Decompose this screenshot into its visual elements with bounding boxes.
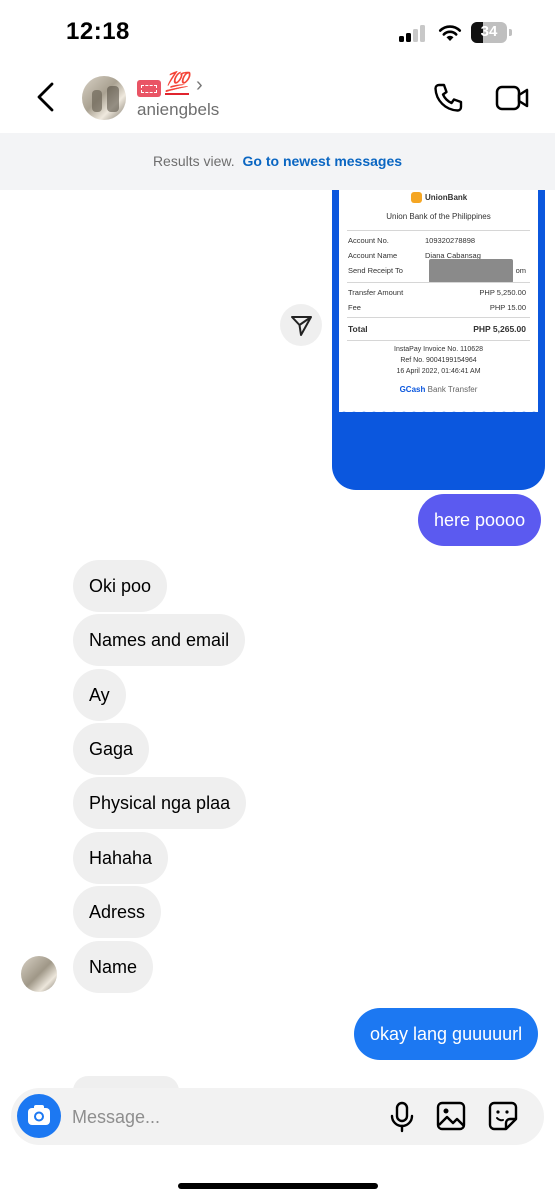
wifi-icon: [438, 25, 462, 41]
receipt-footer-text: Bank Transfer: [427, 385, 478, 394]
home-indicator: [178, 1183, 378, 1189]
incoming-message-bubble[interactable]: Name: [73, 941, 154, 993]
profile-chevron-icon[interactable]: ›: [196, 74, 203, 97]
incoming-message-bubble[interactable]: Ay: [73, 669, 126, 721]
username[interactable]: aniengbels: [137, 100, 219, 120]
battery-icon: 34: [471, 22, 507, 43]
incoming-message-bubble[interactable]: Oki poo: [73, 560, 168, 612]
receipt-row-value: om: [515, 266, 526, 275]
receipt-bank-logo-text: UnionBank: [425, 193, 468, 202]
results-banner: Results view. Go to newest messages: [0, 133, 555, 190]
share-button[interactable]: [280, 304, 322, 346]
receipt-amount-label: Transfer Amount: [348, 288, 404, 297]
receipt-card: UnionBank Union Bank of the Philippines …: [339, 190, 538, 417]
receipt-invoice: InstaPay Invoice No. 110628: [394, 346, 483, 353]
receipt-amount-value: PHP 15.00: [489, 303, 526, 312]
gallery-icon[interactable]: [436, 1101, 466, 1131]
back-chevron-icon[interactable]: [34, 82, 58, 112]
receipt-date: 16 April 2022, 01:46:41 AM: [396, 368, 481, 375]
message-input[interactable]: [72, 1106, 372, 1128]
outgoing-message-bubble[interactable]: here poooo: [418, 494, 542, 546]
hundred-emoji: 💯: [165, 72, 189, 95]
receipt-zigzag-edge: [339, 407, 538, 417]
receipt-bank-name: Union Bank of the Philippines: [386, 212, 491, 221]
gcash-brand: GCash: [399, 385, 426, 394]
receipt-image-message[interactable]: UnionBank Union Bank of the Philippines …: [332, 190, 545, 490]
microphone-icon[interactable]: [388, 1101, 416, 1133]
receipt-row-label: Send Receipt To: [348, 266, 403, 275]
receipt-row-value: 109320278898: [425, 236, 476, 245]
ticket-emoji: [137, 80, 161, 97]
receipt-row-label: Account No.: [348, 236, 389, 245]
go-to-newest-link[interactable]: Go to newest messages: [243, 153, 403, 169]
status-time: 12:18: [66, 18, 130, 45]
camera-button[interactable]: [17, 1094, 61, 1138]
receipt-total-label: Total: [348, 324, 368, 334]
incoming-message-bubble[interactable]: Adress: [73, 886, 162, 938]
results-view-label: Results view.: [152, 153, 235, 169]
cellular-signal-icon: [399, 25, 427, 42]
unionbank-logo-icon: [411, 192, 422, 203]
sticker-icon[interactable]: [488, 1101, 518, 1131]
incoming-message-bubble[interactable]: Names and email: [73, 614, 246, 666]
redaction-box: [429, 259, 513, 283]
send-arrow-icon: [291, 316, 312, 336]
receipt-total-value: PHP 5,265.00: [473, 324, 526, 334]
receipt-amount-label: Fee: [348, 303, 361, 312]
battery-tip: [509, 29, 512, 36]
receipt-footer: GCash Bank Transfer: [339, 385, 538, 394]
camera-icon: [28, 1105, 50, 1125]
outgoing-message-bubble[interactable]: okay lang guuuuurl: [354, 1008, 539, 1060]
incoming-message-bubble[interactable]: Gaga: [73, 723, 150, 775]
receipt-row-label: Account Name: [348, 251, 398, 260]
video-camera-icon[interactable]: [495, 84, 529, 112]
receipt-ref: Ref No. 9004199154964: [400, 357, 477, 364]
avatar[interactable]: [82, 76, 126, 120]
incoming-message-bubble[interactable]: Physical nga plaa: [73, 777, 247, 829]
incoming-message-bubble[interactable]: Hahaha: [73, 832, 169, 884]
phone-icon[interactable]: [432, 82, 464, 114]
sender-avatar[interactable]: [21, 956, 57, 992]
battery-percent: 34: [480, 23, 498, 40]
receipt-amount-value: PHP 5,250.00: [479, 288, 526, 297]
